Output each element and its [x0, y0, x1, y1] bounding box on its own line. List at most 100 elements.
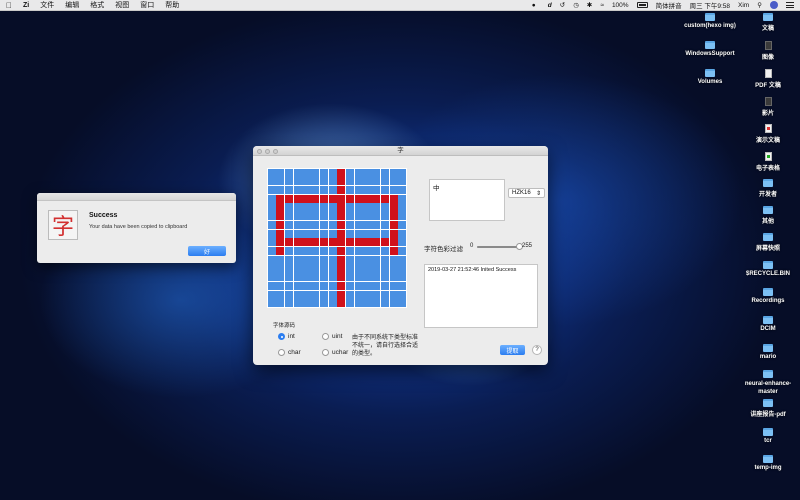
matrix-cell[interactable] [276, 273, 285, 282]
matrix-cell[interactable] [346, 273, 355, 282]
matrix-cell[interactable] [319, 203, 328, 212]
desktop-icon-temp-img[interactable]: temp-img [728, 455, 800, 471]
matrix-cell[interactable] [328, 186, 337, 195]
matrix-cell[interactable] [302, 186, 311, 195]
matrix-cell[interactable] [328, 203, 337, 212]
matrix-cell[interactable] [319, 247, 328, 256]
matrix-cell[interactable] [319, 194, 328, 203]
desktop-icon-other[interactable]: 其他 [728, 206, 800, 225]
matrix-cell[interactable] [346, 229, 355, 238]
matrix-cell[interactable] [311, 220, 320, 229]
matrix-cell[interactable] [363, 299, 372, 308]
matrix-cell[interactable] [276, 299, 285, 308]
matrix-cell[interactable] [302, 203, 311, 212]
font-select[interactable]: HZK16 ⇕ [508, 188, 545, 198]
matrix-cell[interactable] [328, 177, 337, 186]
matrix-cell[interactable] [311, 238, 320, 247]
desktop-icon-documents[interactable]: 文稿 [728, 13, 800, 32]
matrix-cell[interactable] [354, 255, 363, 264]
matrix-cell[interactable] [372, 203, 381, 212]
desktop-icon-presentations[interactable]: 演示文稿 [728, 124, 800, 144]
matrix-cell[interactable] [398, 255, 407, 264]
matrix-cell[interactable] [337, 212, 346, 221]
matrix-cell[interactable] [311, 290, 320, 299]
matrix-cell[interactable] [311, 168, 320, 177]
matrix-cell[interactable] [285, 194, 294, 203]
matrix-cell[interactable] [337, 273, 346, 282]
matrix-cell[interactable] [337, 264, 346, 273]
matrix-cell[interactable] [398, 212, 407, 221]
matrix-cell[interactable] [398, 220, 407, 229]
matrix-cell[interactable] [302, 264, 311, 273]
matrix-cell[interactable] [267, 273, 276, 282]
matrix-cell[interactable] [302, 168, 311, 177]
matrix-cell[interactable] [363, 177, 372, 186]
matrix-cell[interactable] [285, 281, 294, 290]
matrix-cell[interactable] [302, 212, 311, 221]
matrix-cell[interactable] [346, 290, 355, 299]
user-menu[interactable]: Xim [738, 2, 749, 9]
matrix-cell[interactable] [311, 255, 320, 264]
matrix-cell[interactable] [363, 186, 372, 195]
matrix-cell[interactable] [337, 247, 346, 256]
matrix-cell[interactable] [363, 212, 372, 221]
matrix-cell[interactable] [328, 264, 337, 273]
matrix-cell[interactable] [302, 194, 311, 203]
desktop-icon-lecture-report-pdf[interactable]: 讲座报告-pdf [728, 399, 800, 418]
matrix-cell[interactable] [285, 238, 294, 247]
matrix-cell[interactable] [328, 220, 337, 229]
matrix-cell[interactable] [363, 281, 372, 290]
matrix-cell[interactable] [354, 203, 363, 212]
matrix-cell[interactable] [372, 168, 381, 177]
matrix-cell[interactable] [363, 255, 372, 264]
matrix-cell[interactable] [302, 290, 311, 299]
matrix-cell[interactable] [398, 203, 407, 212]
matrix-cell[interactable] [328, 229, 337, 238]
matrix-cell[interactable] [380, 264, 389, 273]
matrix-cell[interactable] [328, 255, 337, 264]
matrix-cell[interactable] [276, 264, 285, 273]
matrix-cell[interactable] [328, 238, 337, 247]
matrix-cell[interactable] [372, 220, 381, 229]
desktop-icon-tcr[interactable]: tcr [728, 428, 800, 444]
matrix-cell[interactable] [267, 264, 276, 273]
matrix-cell[interactable] [363, 229, 372, 238]
matrix-cell[interactable] [363, 168, 372, 177]
matrix-cell[interactable] [337, 255, 346, 264]
matrix-cell[interactable] [267, 168, 276, 177]
matrix-cell[interactable] [276, 281, 285, 290]
matrix-cell[interactable] [267, 220, 276, 229]
matrix-cell[interactable] [354, 273, 363, 282]
alert-titlebar[interactable] [37, 193, 236, 201]
matrix-cell[interactable] [302, 247, 311, 256]
matrix-cell[interactable] [285, 168, 294, 177]
matrix-cell[interactable] [372, 290, 381, 299]
matrix-cell[interactable] [380, 203, 389, 212]
glyph-matrix[interactable] [267, 168, 407, 308]
matrix-cell[interactable] [302, 238, 311, 247]
matrix-cell[interactable] [267, 186, 276, 195]
matrix-cell[interactable] [311, 281, 320, 290]
menu-format[interactable]: 格式 [90, 0, 104, 10]
matrix-cell[interactable] [398, 273, 407, 282]
ok-button[interactable]: 好 [188, 246, 226, 256]
matrix-cell[interactable] [380, 186, 389, 195]
matrix-cell[interactable] [346, 299, 355, 308]
matrix-cell[interactable] [389, 186, 398, 195]
matrix-cell[interactable] [319, 264, 328, 273]
matrix-cell[interactable] [372, 247, 381, 256]
matrix-cell[interactable] [293, 273, 302, 282]
matrix-cell[interactable] [293, 290, 302, 299]
matrix-cell[interactable] [328, 290, 337, 299]
matrix-cell[interactable] [398, 299, 407, 308]
battery-icon[interactable] [636, 2, 648, 8]
matrix-cell[interactable] [276, 290, 285, 299]
menu-window[interactable]: 窗口 [140, 0, 154, 10]
matrix-cell[interactable] [276, 177, 285, 186]
window-titlebar[interactable]: 字 [253, 146, 548, 156]
menu-file[interactable]: 文件 [40, 0, 54, 10]
matrix-cell[interactable] [380, 299, 389, 308]
matrix-cell[interactable] [354, 168, 363, 177]
matrix-cell[interactable] [293, 168, 302, 177]
menu-view[interactable]: 视图 [115, 0, 129, 10]
